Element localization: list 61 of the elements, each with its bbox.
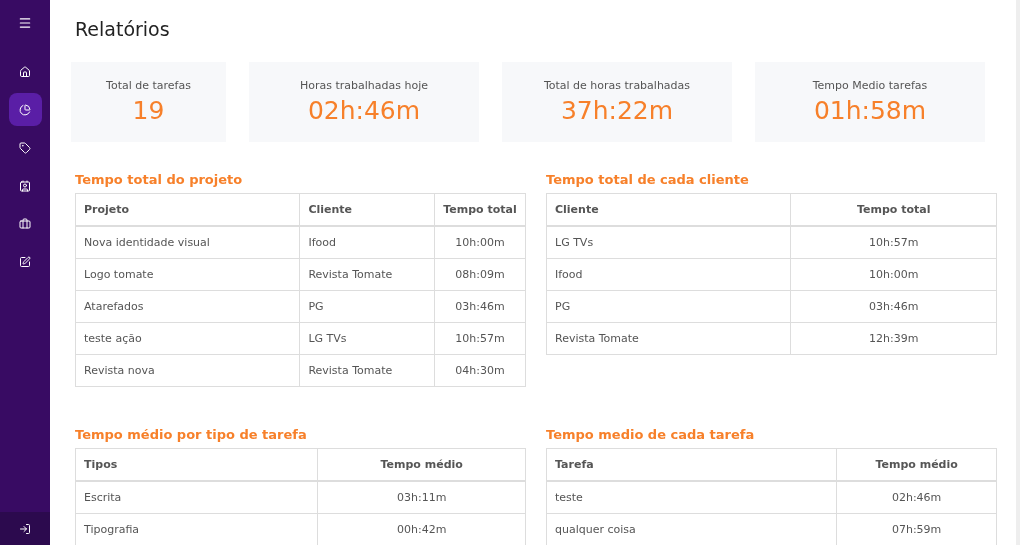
table-cell: 04h:30m [434, 354, 526, 387]
stat-label: Total de tarefas [106, 79, 191, 92]
table-cell: qualquer coisa [546, 513, 837, 545]
contacts-icon [19, 179, 31, 192]
section-title: Tempo medio de cada tarefa [546, 427, 756, 442]
page-title: Relatórios [75, 18, 171, 40]
table-cell: Tipografia [75, 513, 318, 545]
column-header: Tempo médio [317, 448, 526, 481]
table-cell: LG TVs [299, 322, 435, 355]
table-cell: Logo tomate [75, 258, 300, 291]
section-title: Tempo total de cada cliente [546, 172, 750, 187]
table-cell: Ifood [546, 258, 791, 291]
table-cell: PG [299, 290, 435, 323]
table-cell: 10h:00m [790, 258, 997, 291]
column-header: Tempo total [434, 193, 526, 226]
chart-nav-button[interactable] [8, 93, 42, 126]
table-cell: 03h:46m [790, 290, 997, 323]
column-header: Cliente [546, 193, 791, 226]
chart-icon [19, 103, 31, 116]
column-header: Tarefa [546, 448, 837, 481]
column-header: Tempo médio [836, 448, 997, 481]
table-cell: PG [546, 290, 791, 323]
edit-icon [19, 255, 31, 268]
table-cell: 12h:39m [790, 322, 997, 355]
column-header: Tipos [75, 448, 318, 481]
table-cell: teste ação [75, 322, 300, 355]
column-header: Tempo total [790, 193, 997, 226]
table-cell: 10h:00m [434, 226, 526, 259]
stat-label: Total de horas trabalhadas [543, 79, 691, 92]
logout-icon [19, 522, 31, 535]
table-cell: Atarefados [75, 290, 300, 323]
table-cell: Revista nova [75, 354, 300, 387]
stat-value: 01h:58m [813, 96, 927, 125]
stat-value: 02h:46m [307, 96, 421, 125]
table-cell: Revista Tomate [546, 322, 791, 355]
table-cell: 02h:46m [836, 481, 997, 514]
table-cell: 08h:09m [434, 258, 526, 291]
table-cell: LG TVs [546, 226, 791, 259]
table-cell: Revista Tomate [299, 258, 435, 291]
table-cell: Revista Tomate [299, 354, 435, 387]
table-cell: Nova identidade visual [75, 226, 300, 259]
menu-icon [18, 15, 32, 30]
table-cell: teste [546, 481, 837, 514]
table-cell: Escrita [75, 481, 318, 514]
tag-icon [19, 141, 31, 154]
stat-label: Horas trabalhadas hoje [299, 79, 428, 92]
table-cell: 10h:57m [790, 226, 997, 259]
stat-label: Tempo Medio tarefas [812, 79, 928, 92]
briefcase-icon [19, 217, 31, 230]
column-header: Projeto [75, 193, 300, 226]
home-icon [19, 65, 31, 78]
table-cell: 10h:57m [434, 322, 526, 355]
column-header: Cliente [299, 193, 435, 226]
table-cell: Ifood [299, 226, 435, 259]
logout-button[interactable] [0, 512, 50, 545]
table-cell: 03h:46m [434, 290, 526, 323]
table-cell: 03h:11m [317, 481, 526, 514]
section-title: Tempo médio por tipo de tarefa [75, 427, 308, 442]
stat-value: 19 [132, 96, 165, 125]
stat-value: 37h:22m [560, 96, 674, 125]
section-title: Tempo total do projeto [75, 172, 244, 187]
